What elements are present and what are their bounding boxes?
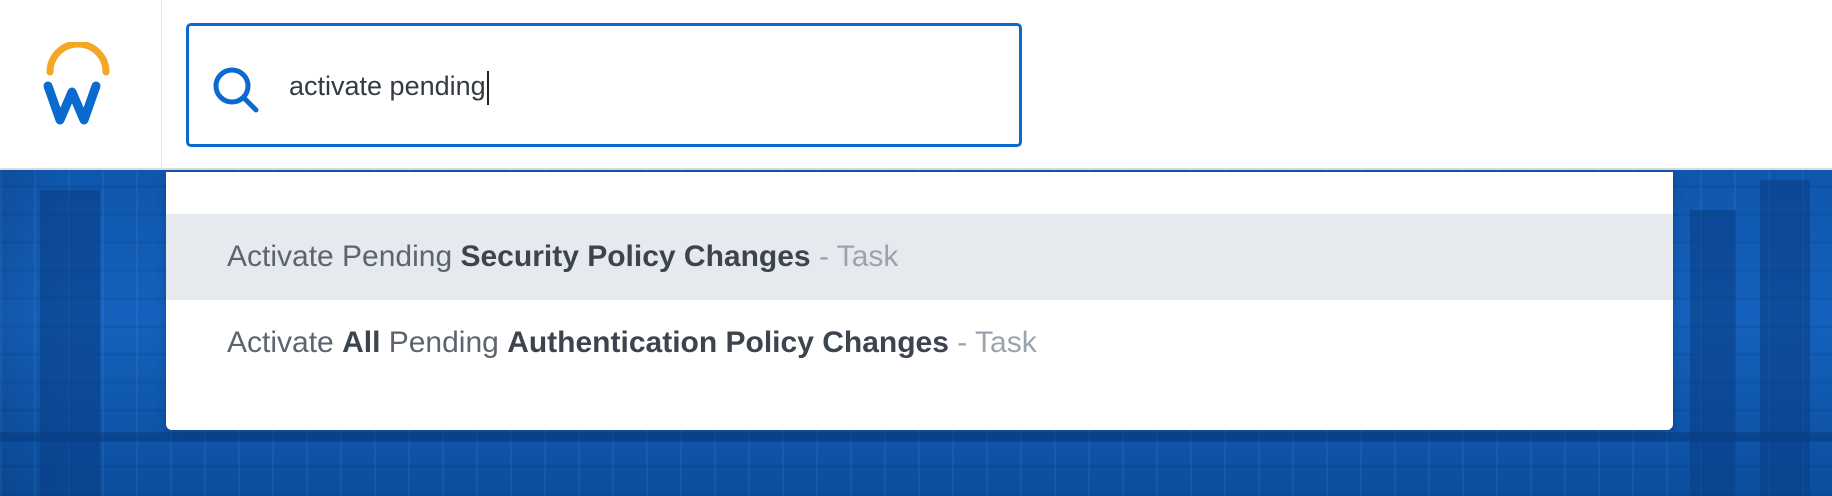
background-building xyxy=(40,190,100,496)
search-results-dropdown: Activate Pending Security Policy Changes… xyxy=(166,172,1673,430)
search-input-value: activate pending xyxy=(289,71,486,101)
result-text: Pending xyxy=(380,326,508,359)
search-result-item[interactable]: Activate Pending Security Policy Changes… xyxy=(166,214,1673,300)
result-text: Activate xyxy=(227,326,343,359)
search-box[interactable]: activate pending xyxy=(186,23,1022,147)
result-type: - Task xyxy=(948,326,1037,359)
search-icon xyxy=(213,67,259,113)
workday-logo[interactable] xyxy=(42,42,114,126)
result-text-match: Authentication Policy Changes xyxy=(507,326,949,359)
logo-cell xyxy=(0,0,162,170)
background-building xyxy=(1760,180,1810,496)
result-text: Activate Pending xyxy=(227,240,461,273)
search-result-item[interactable]: Activate All Pending Authentication Poli… xyxy=(166,300,1673,386)
top-bar: activate pending xyxy=(0,0,1832,170)
result-text-match: Security Policy Changes xyxy=(460,240,811,273)
result-text-match: All xyxy=(342,326,381,359)
background-rail xyxy=(0,432,1832,442)
text-caret xyxy=(486,70,489,105)
background-building xyxy=(1690,210,1736,496)
result-type: - Task xyxy=(810,240,899,273)
search-input[interactable]: activate pending xyxy=(289,66,489,106)
